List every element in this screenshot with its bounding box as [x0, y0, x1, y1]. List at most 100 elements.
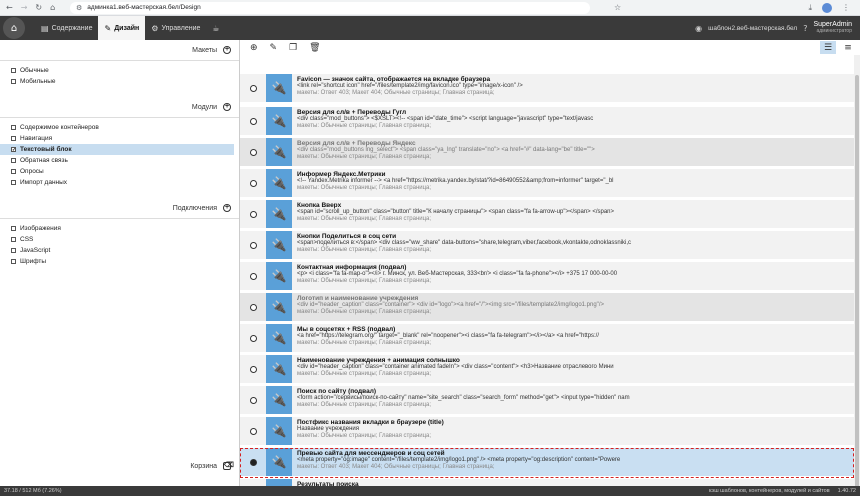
row-radio[interactable]: [240, 138, 266, 166]
coffee-button[interactable]: ☕: [206, 16, 225, 40]
scrollbar-thumb[interactable]: [855, 75, 859, 486]
home-button[interactable]: ⌂: [3, 17, 25, 39]
module-row[interactable]: 🔌 Favicon — значок сайта, отображается на…: [240, 74, 854, 104]
row-text[interactable]: Логотип и наименование учреждения <div id…: [292, 293, 854, 321]
include-item[interactable]: Изображения: [11, 223, 239, 234]
include-item[interactable]: JavaScript: [11, 245, 239, 256]
list-view-icon[interactable]: ☰: [820, 41, 836, 54]
row-radio[interactable]: [240, 448, 266, 476]
trash-section[interactable]: Корзина ⌫: [0, 460, 239, 472]
scrollbar[interactable]: [854, 55, 860, 486]
row-radio[interactable]: [240, 293, 266, 321]
module-row[interactable]: 🔌 Кнопки Поделиться в соц сети <span>подел…: [240, 231, 854, 261]
row-radio[interactable]: [240, 74, 266, 102]
profile-avatar[interactable]: [822, 2, 832, 13]
layout-item[interactable]: Мобильные: [11, 76, 239, 87]
downloads-icon[interactable]: ⤓: [808, 3, 812, 13]
checkbox[interactable]: [11, 237, 16, 242]
reload-icon[interactable]: ↻: [35, 3, 42, 12]
add-include-icon[interactable]: +: [223, 204, 231, 212]
radio-button[interactable]: [249, 148, 257, 156]
row-text[interactable]: Поиск по сайту (подвал) <form action="/се…: [292, 386, 854, 414]
address-bar[interactable]: ⚙ админка1.веб-мастерская.бел/Design: [70, 1, 590, 14]
back-icon[interactable]: ←: [6, 3, 13, 12]
checkbox[interactable]: [11, 180, 16, 185]
radio-button[interactable]: [249, 396, 257, 404]
row-radio[interactable]: [240, 324, 266, 352]
home-icon[interactable]: ⌂: [50, 3, 55, 12]
module-item[interactable]: Импорт данных: [11, 177, 239, 188]
cache-info[interactable]: кэш шаблонов, контейнеров, модулей и сай…: [709, 488, 830, 494]
radio-button[interactable]: [249, 365, 257, 373]
module-item-active[interactable]: ✓ Текстовый блок: [0, 144, 234, 155]
row-radio[interactable]: [240, 355, 266, 383]
row-radio[interactable]: [240, 169, 266, 197]
help-icon[interactable]: ?: [803, 24, 807, 33]
bookmark-star-icon[interactable]: ☆: [614, 3, 621, 12]
delete-icon[interactable]: 🗑: [309, 43, 320, 53]
compact-view-icon[interactable]: ≡: [840, 41, 856, 54]
module-item[interactable]: Обратная связь: [11, 155, 239, 166]
tab-management[interactable]: ⚙ Управление: [145, 16, 206, 40]
trash-icon[interactable]: ⌫: [223, 462, 234, 470]
radio-button[interactable]: [249, 210, 257, 218]
add-module-icon[interactable]: +: [223, 103, 231, 111]
row-radio[interactable]: [240, 107, 266, 135]
module-row[interactable]: 🔌 Постфикс названия вкладки в браузере (t…: [240, 417, 854, 447]
checkbox[interactable]: [11, 248, 16, 253]
layout-item[interactable]: Обычные: [11, 65, 239, 76]
checkbox-checked[interactable]: ✓: [11, 147, 16, 153]
module-row[interactable]: 🔌 Поиск по сайту (подвал) <form action="/с…: [240, 386, 854, 416]
include-item[interactable]: CSS: [11, 234, 239, 245]
module-row[interactable]: 🔌 Логотип и наименование учреждения <div i…: [240, 293, 854, 323]
module-row[interactable]: 🔌 Контактная информация (подвал) <p> <i cl…: [240, 262, 854, 292]
row-text[interactable]: Информер Яндекс.Метрики <!-- Yandex.Metri…: [292, 169, 854, 197]
checkbox[interactable]: [11, 226, 16, 231]
radio-button[interactable]: [249, 117, 257, 125]
radio-button[interactable]: [249, 241, 257, 249]
radio-button[interactable]: [249, 458, 257, 466]
row-radio[interactable]: [240, 262, 266, 290]
row-text[interactable]: Favicon — значок сайта, отображается на …: [292, 74, 854, 102]
row-radio[interactable]: [240, 479, 266, 486]
checkbox[interactable]: [11, 136, 16, 141]
checkbox[interactable]: [11, 158, 16, 163]
user-info[interactable]: SuperAdmin администратор: [813, 21, 852, 35]
copy-icon[interactable]: ❐: [289, 43, 297, 53]
row-text[interactable]: Превью сайта для мессенджеров и соц сете…: [292, 448, 854, 476]
checkbox[interactable]: [11, 259, 16, 264]
module-row[interactable]: 🔌 Версия для сл/в + Переводы Гугл <div cla…: [240, 107, 854, 137]
row-text[interactable]: Контактная информация (подвал) <p> <i cla…: [292, 262, 854, 290]
site-name[interactable]: шаблон2.веб-мастерская.бел: [708, 25, 797, 32]
radio-button[interactable]: [249, 84, 257, 92]
row-text[interactable]: Версия для сл/в + Переводы Гугл <div clas…: [292, 107, 854, 135]
module-row[interactable]: 🔌Результаты поиска<div id="ya-site-resul…: [240, 479, 854, 486]
checkbox[interactable]: [11, 169, 16, 174]
module-row[interactable]: 🔌 Превью сайта для мессенджеров и соц сет…: [240, 448, 854, 478]
row-radio[interactable]: [240, 231, 266, 259]
radio-button[interactable]: [249, 427, 257, 435]
checkbox[interactable]: [11, 68, 16, 73]
module-item[interactable]: Навигация: [11, 133, 239, 144]
module-row[interactable]: 🔌 Мы в соцсетях + RSS (подвал) <a href="ht…: [240, 324, 854, 354]
radio-button[interactable]: [249, 334, 257, 342]
radio-button[interactable]: [249, 179, 257, 187]
tab-design[interactable]: ✎ Дизайн: [98, 16, 146, 40]
menu-icon[interactable]: ⋮: [842, 3, 850, 13]
tab-content[interactable]: ▤ Содержание: [35, 16, 98, 40]
module-row[interactable]: 🔌 Информер Яндекс.Метрики <!-- Yandex.Metr…: [240, 169, 854, 199]
module-row[interactable]: 🔌 Версия для сл/в + Переводы Яндекс <div c…: [240, 138, 854, 168]
checkbox[interactable]: [11, 79, 16, 84]
checkbox[interactable]: [11, 125, 16, 130]
row-text[interactable]: Результаты поиска<div id="ya-site-result…: [292, 479, 854, 486]
forward-icon[interactable]: →: [21, 3, 28, 12]
row-text[interactable]: Версия для сл/в + Переводы Яндекс <div cl…: [292, 138, 854, 166]
module-item[interactable]: Опросы: [11, 166, 239, 177]
row-radio[interactable]: [240, 200, 266, 228]
add-icon[interactable]: ⊕: [250, 43, 258, 53]
row-text[interactable]: Мы в соцсетях + RSS (подвал) <a href="htt…: [292, 324, 854, 352]
row-text[interactable]: Наименование учреждения + анимация солны…: [292, 355, 854, 383]
module-row[interactable]: 🔌 Наименование учреждения + анимация солн…: [240, 355, 854, 385]
edit-icon[interactable]: ✎: [270, 43, 278, 53]
module-row[interactable]: 🔌 Кнопка Вверх <span id="scroll_up_button"…: [240, 200, 854, 230]
